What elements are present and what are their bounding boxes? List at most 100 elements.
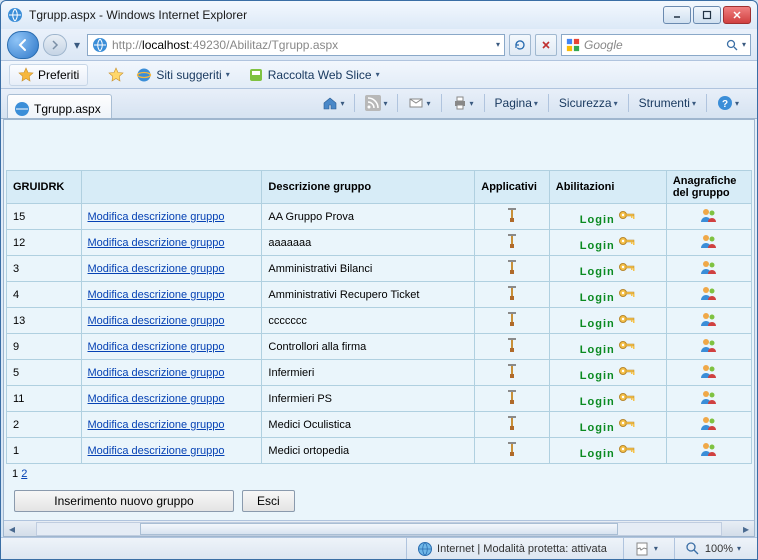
page-menu[interactable]: Pagina ▾ xyxy=(489,92,544,114)
cell-abil[interactable]: Login xyxy=(549,308,666,334)
cell-desc: Infermieri PS xyxy=(262,386,475,412)
cell-anag[interactable] xyxy=(666,308,751,334)
cell-apps[interactable] xyxy=(475,256,550,282)
cell-abil[interactable]: Login xyxy=(549,282,666,308)
url-text: http://localhost:49230/Abilitaz/Tgrupp.a… xyxy=(112,38,492,52)
edit-group-link[interactable]: Modifica descrizione gruppo xyxy=(88,367,225,379)
edit-group-link[interactable]: Modifica descrizione gruppo xyxy=(88,263,225,275)
search-dropdown[interactable]: ▾ xyxy=(742,40,746,49)
cell-abil[interactable]: Login xyxy=(549,204,666,230)
cell-anag[interactable] xyxy=(666,334,751,360)
search-box[interactable]: Google ▾ xyxy=(561,34,751,56)
back-button[interactable] xyxy=(7,31,39,59)
cell-anag[interactable] xyxy=(666,412,751,438)
recent-pages-dropdown[interactable]: ▾ xyxy=(71,38,83,52)
edit-group-link[interactable]: Modifica descrizione gruppo xyxy=(88,445,225,457)
suggested-sites-link[interactable]: Siti suggeriti ▾ xyxy=(130,67,235,83)
cell-apps[interactable] xyxy=(475,334,550,360)
cell-abil[interactable]: Login xyxy=(549,438,666,464)
cell-abil[interactable]: Login xyxy=(549,230,666,256)
tools-icon xyxy=(504,441,520,460)
cell-abil[interactable]: Login xyxy=(549,334,666,360)
cell-edit: Modifica descrizione gruppo xyxy=(81,282,262,308)
cell-anag[interactable] xyxy=(666,204,751,230)
cell-edit: Modifica descrizione gruppo xyxy=(81,360,262,386)
login-label: Login xyxy=(580,240,615,252)
edit-group-link[interactable]: Modifica descrizione gruppo xyxy=(88,237,225,249)
insert-group-button[interactable]: Inserimento nuovo gruppo xyxy=(14,490,234,512)
cell-edit: Modifica descrizione gruppo xyxy=(81,204,262,230)
cell-apps[interactable] xyxy=(475,386,550,412)
feeds-button[interactable]: ▾ xyxy=(359,92,393,114)
window-title: Tgrupp.aspx - Windows Internet Explorer xyxy=(29,8,663,22)
cell-anag[interactable] xyxy=(666,256,751,282)
webslice-icon xyxy=(248,67,264,83)
cell-anag[interactable] xyxy=(666,360,751,386)
edit-group-link[interactable]: Modifica descrizione gruppo xyxy=(88,393,225,405)
maximize-button[interactable] xyxy=(693,6,721,24)
security-menu[interactable]: Sicurezza ▾ xyxy=(553,92,624,114)
cell-apps[interactable] xyxy=(475,438,550,464)
search-icon[interactable] xyxy=(726,39,738,51)
cell-apps[interactable] xyxy=(475,360,550,386)
web-slice-link[interactable]: Raccolta Web Slice ▾ xyxy=(242,67,386,83)
people-icon xyxy=(700,259,718,278)
home-button[interactable]: ▾ xyxy=(316,92,350,114)
zoom-control[interactable]: 100% ▾ xyxy=(674,538,751,559)
horizontal-scrollbar[interactable]: ◂ ▸ xyxy=(4,520,754,536)
nav-toolbar: ▾ http://localhost:49230/Abilitaz/Tgrupp… xyxy=(1,29,757,61)
edit-group-link[interactable]: Modifica descrizione gruppo xyxy=(88,211,225,223)
forward-button[interactable] xyxy=(43,34,67,56)
cell-anag[interactable] xyxy=(666,282,751,308)
cell-desc: Controllori alla firma xyxy=(262,334,475,360)
exit-button[interactable]: Esci xyxy=(242,490,295,512)
minimize-button[interactable] xyxy=(663,6,691,24)
security-zone[interactable]: Internet | Modalità protetta: attivata xyxy=(406,538,617,559)
cell-apps[interactable] xyxy=(475,204,550,230)
edit-group-link[interactable]: Modifica descrizione gruppo xyxy=(88,341,225,353)
refresh-button[interactable] xyxy=(509,34,531,56)
cell-apps[interactable] xyxy=(475,230,550,256)
cell-anag[interactable] xyxy=(666,438,751,464)
cell-apps[interactable] xyxy=(475,412,550,438)
scroll-right-arrow[interactable]: ▸ xyxy=(738,522,754,536)
cell-id: 4 xyxy=(7,282,82,308)
login-label: Login xyxy=(580,396,615,408)
page-viewport[interactable]: GRUIDRK Descrizione gruppo Applicativi A… xyxy=(4,120,754,520)
cell-desc: AA Gruppo Prova xyxy=(262,204,475,230)
key-icon xyxy=(618,233,636,252)
print-button[interactable]: ▾ xyxy=(446,92,480,114)
cell-apps[interactable] xyxy=(475,282,550,308)
cell-id: 5 xyxy=(7,360,82,386)
close-button[interactable] xyxy=(723,6,751,24)
tools-menu[interactable]: Strumenti ▾ xyxy=(633,92,702,114)
login-label: Login xyxy=(580,292,615,304)
compat-view-button[interactable]: ▾ xyxy=(623,538,668,559)
address-bar[interactable]: http://localhost:49230/Abilitaz/Tgrupp.a… xyxy=(87,34,505,56)
edit-group-link[interactable]: Modifica descrizione gruppo xyxy=(88,315,225,327)
tab-label: Tgrupp.aspx xyxy=(34,102,101,116)
tab-current[interactable]: Tgrupp.aspx xyxy=(7,94,112,118)
col-id: GRUIDRK xyxy=(7,171,82,204)
status-bar: Internet | Modalità protetta: attivata ▾… xyxy=(1,537,757,559)
help-button[interactable]: ?▾ xyxy=(711,92,745,114)
key-icon xyxy=(618,389,636,408)
address-dropdown[interactable]: ▾ xyxy=(496,40,500,49)
cell-abil[interactable]: Login xyxy=(549,256,666,282)
scroll-left-arrow[interactable]: ◂ xyxy=(4,522,20,536)
cell-abil[interactable]: Login xyxy=(549,360,666,386)
cell-apps[interactable] xyxy=(475,308,550,334)
favorites-button[interactable]: Preferiti xyxy=(9,64,88,86)
cell-anag[interactable] xyxy=(666,230,751,256)
cell-abil[interactable]: Login xyxy=(549,412,666,438)
mail-button[interactable]: ▾ xyxy=(402,92,436,114)
scroll-thumb[interactable] xyxy=(140,523,619,535)
edit-group-link[interactable]: Modifica descrizione gruppo xyxy=(88,289,225,301)
cell-anag[interactable] xyxy=(666,386,751,412)
edit-group-link[interactable]: Modifica descrizione gruppo xyxy=(88,419,225,431)
cell-id: 13 xyxy=(7,308,82,334)
add-favorite-icon[interactable] xyxy=(108,67,124,83)
pager-link-2[interactable]: 2 xyxy=(21,468,27,480)
cell-abil[interactable]: Login xyxy=(549,386,666,412)
stop-button[interactable] xyxy=(535,34,557,56)
